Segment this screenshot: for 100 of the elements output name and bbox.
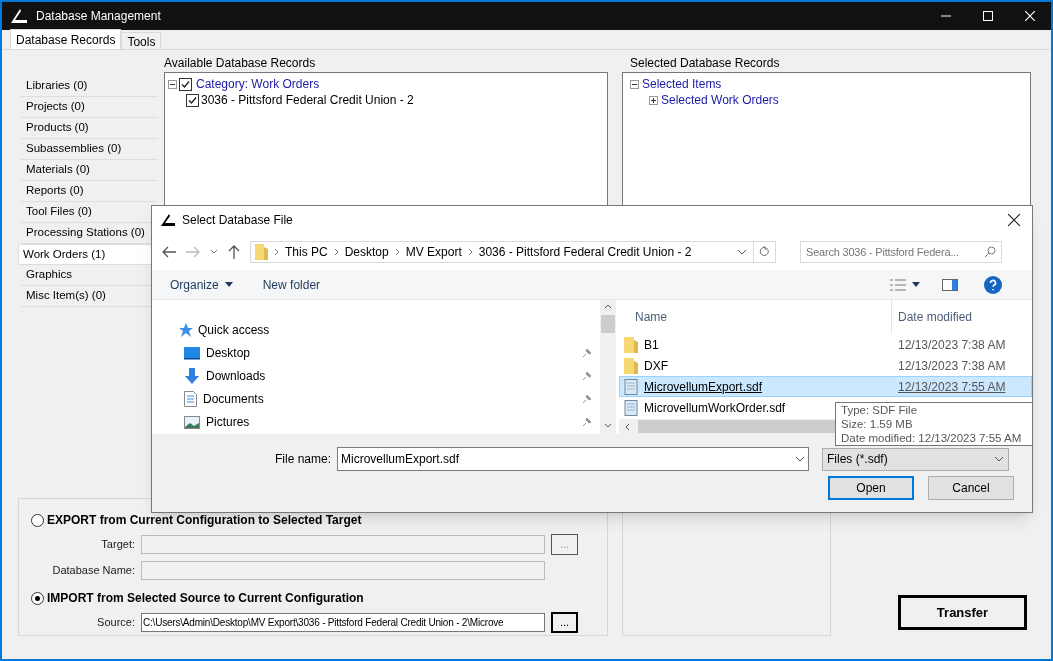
tooltip-line: Date modified: 12/13/2023 7:55 AM [841,431,1023,445]
radio-button[interactable] [31,513,44,527]
monitor-icon [184,345,200,360]
pin-icon[interactable] [582,347,592,358]
address-bar[interactable]: This PC Desktop MV Export 3036 - Pittsford Federal Credit Union - 2 [250,241,776,263]
scrollbar-thumb[interactable] [601,315,615,333]
tree-item[interactable]: Selected Items [642,75,722,93]
toolbar-button[interactable]: Organize [170,275,233,294]
folder-icon [255,244,268,260]
window-title: Database Management [36,8,161,25]
dialog-button[interactable]: Open [828,476,914,500]
breadcrumb-item[interactable]: MV Export [405,243,462,261]
category-item[interactable]: Projects (0) [21,97,158,118]
tooltip-line: Size: 1.59 MB [841,417,914,431]
panel-title: Selected Database Records [629,55,781,72]
chevron-right-icon [333,248,339,256]
breadcrumb-item[interactable]: Desktop [344,243,389,261]
file-date: 12/13/2023 7:38 AM [897,357,1006,375]
chevron-down-icon [994,456,1004,462]
back-arrow-icon[interactable] [162,246,176,258]
nav-item[interactable]: Desktop [206,343,576,362]
file-row[interactable]: MicrovellumExport.sdf 12/13/2023 7:55 AM [619,376,1032,397]
pin-icon[interactable] [582,394,592,405]
file-row[interactable]: DXF 12/13/2023 7:38 AM [619,355,1032,376]
nav-item[interactable]: Documents [203,390,576,409]
radio-button[interactable] [31,591,44,605]
nav-item[interactable]: Quick access [198,320,600,339]
chevron-right-icon [467,248,473,256]
dialog-title: Select Database File [182,212,293,229]
nav-item[interactable]: Pictures [206,413,576,432]
expand-icon[interactable] [649,95,658,105]
option-label: EXPORT from Current Configuration to Selected Target [47,512,362,529]
breadcrumb-item[interactable]: 3036 - Pittsford Federal Credit Union - 2 [478,243,692,261]
panel-title: Available Database Records [163,55,317,72]
transfer-button[interactable]: Transfer [898,595,1027,630]
toolbar-button[interactable]: New folder [262,275,321,294]
checkbox[interactable] [186,93,199,107]
logo-icon [10,8,28,24]
tab[interactable]: Tools [121,32,162,49]
file-row[interactable]: B1 12/13/2023 7:38 AM [619,334,1032,355]
option-label: IMPORT from Selected Source to Current Configuration [47,590,364,607]
scroll-up-icon[interactable] [604,304,612,309]
browse-button[interactable]: ... [551,611,578,633]
checkbox[interactable] [179,77,192,91]
tooltip-line: Type: SDF File [841,403,919,417]
tree-item[interactable]: 3036 - Pittsford Federal Credit Union - 2 [201,91,414,109]
field-label: File name: [273,451,332,468]
filter-dropdown[interactable]: Files (*.sdf) [822,447,1009,471]
dialog-button[interactable]: Cancel [928,476,1014,500]
help-icon[interactable] [984,275,1002,294]
pin-icon[interactable] [582,371,592,381]
file-icon [624,399,638,416]
tree-item[interactable]: Selected Work Orders [661,91,779,109]
star-icon [178,321,194,338]
logo-icon [160,213,176,227]
file-date: 12/13/2023 7:55 AM [897,378,1006,396]
file-date: 12/13/2023 7:38 AM [897,336,1006,354]
collapse-icon[interactable] [168,79,177,89]
collapse-icon[interactable] [630,79,639,89]
maximize-icon[interactable] [983,11,993,21]
file-name: DXF [644,357,668,375]
close-icon[interactable] [1008,214,1020,226]
chevron-down-icon[interactable] [210,249,218,255]
tree-item[interactable]: Category: Work Orders [196,75,320,93]
file-icon [624,378,638,395]
preview-pane-icon[interactable] [942,278,958,291]
category-item[interactable]: Libraries (0) [21,76,158,97]
file-name-field[interactable]: MicrovellumExport.sdf [337,447,809,471]
chevron-down-icon[interactable] [737,249,747,255]
nav-item[interactable]: Downloads [206,367,576,385]
category-item[interactable]: Materials (0) [21,160,158,181]
folder-icon [624,357,638,374]
down-arrow-icon [184,368,200,384]
scrollbar-thumb[interactable] [638,420,838,433]
pin-icon[interactable] [582,417,592,428]
up-arrow-icon[interactable] [228,245,240,259]
scrollbar[interactable] [600,300,616,434]
caret-icon[interactable] [912,282,920,287]
chevron-down-icon [795,456,805,462]
folder-icon [624,336,638,353]
file-name: B1 [644,336,659,354]
field-label: Source: [96,614,135,630]
search-icon [984,246,996,258]
column-header[interactable]: Name [619,300,892,334]
breadcrumb-item[interactable]: This PC [285,243,328,261]
image-icon [184,415,200,429]
scroll-left-icon[interactable] [625,422,630,431]
category-item[interactable]: Products (0) [21,118,158,139]
category-item[interactable]: Subassemblies (0) [21,139,158,160]
search-field[interactable]: Search 3036 - Pittsford Federa... [800,241,1002,263]
file-name: MicrovellumExport.sdf [644,378,763,396]
refresh-icon[interactable] [759,246,770,258]
column-header[interactable]: Date modified [892,300,1032,334]
tab[interactable]: Database Records [10,29,122,49]
scroll-down-icon[interactable] [604,423,612,428]
file-name: MicrovellumWorkOrder.sdf [644,399,786,417]
text-field[interactable] [141,560,545,580]
text-field[interactable] [141,534,545,554]
text-field[interactable]: C:\Users\Admin\Desktop\MV Export\3036 - Pittsford Federal Credit Union - 2\Microve [141,612,545,632]
category-item[interactable]: Reports (0) [21,181,158,202]
